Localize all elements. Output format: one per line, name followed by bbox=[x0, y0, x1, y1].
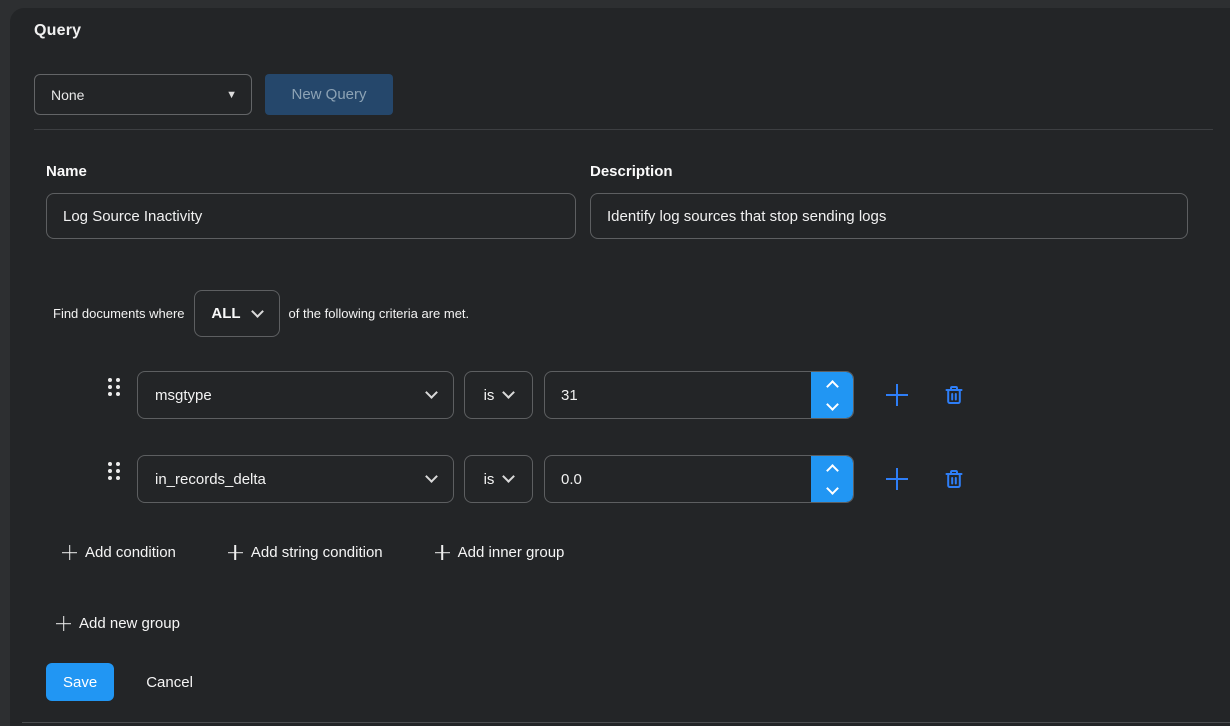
name-field-group: Name bbox=[46, 163, 576, 239]
chevron-down-icon bbox=[425, 470, 438, 483]
description-input[interactable] bbox=[590, 193, 1188, 239]
field-select-value: msgtype bbox=[155, 387, 212, 404]
chevron-down-icon bbox=[251, 305, 264, 318]
add-new-group-label: Add new group bbox=[79, 615, 180, 632]
name-label: Name bbox=[46, 163, 576, 180]
add-new-group-link[interactable]: Add new group bbox=[56, 615, 180, 632]
trash-icon bbox=[942, 383, 966, 407]
new-query-button[interactable]: New Query bbox=[265, 74, 393, 115]
chevron-down-icon bbox=[826, 398, 839, 411]
add-links-row: Add condition Add string condition Add i… bbox=[62, 544, 1230, 561]
field-select[interactable]: in_records_delta bbox=[137, 455, 454, 503]
plus-icon bbox=[56, 616, 71, 631]
spinner-down-button[interactable] bbox=[811, 479, 853, 502]
criteria-suffix: of the following criteria are met. bbox=[289, 306, 470, 321]
add-string-condition-link[interactable]: Add string condition bbox=[228, 544, 383, 561]
cancel-button[interactable]: Cancel bbox=[146, 674, 193, 691]
condition-row: in_records_delta is bbox=[108, 455, 1230, 503]
number-spinner bbox=[811, 456, 853, 502]
plus-icon bbox=[62, 545, 77, 560]
value-input-wrap bbox=[544, 455, 854, 503]
divider bbox=[34, 129, 1213, 130]
save-button[interactable]: Save bbox=[46, 663, 114, 701]
add-new-group-row: Add new group bbox=[56, 615, 1230, 632]
chevron-down-icon bbox=[503, 386, 516, 399]
add-condition-after-button[interactable] bbox=[884, 466, 910, 492]
drag-handle-icon[interactable] bbox=[108, 378, 120, 396]
delete-condition-button[interactable] bbox=[942, 467, 966, 491]
value-input[interactable] bbox=[545, 372, 853, 418]
query-selector-row: None ▼ New Query bbox=[34, 74, 1230, 115]
plus-icon bbox=[228, 545, 243, 560]
plus-icon bbox=[435, 545, 450, 560]
description-field-group: Description bbox=[590, 163, 1188, 239]
spinner-down-button[interactable] bbox=[811, 395, 853, 418]
value-input-wrap bbox=[544, 371, 854, 419]
add-inner-group-link[interactable]: Add inner group bbox=[435, 544, 565, 561]
value-input[interactable] bbox=[545, 456, 853, 502]
add-condition-label: Add condition bbox=[85, 544, 176, 561]
spinner-up-button[interactable] bbox=[811, 456, 853, 479]
chevron-down-icon bbox=[503, 470, 516, 483]
drag-handle-icon[interactable] bbox=[108, 462, 120, 480]
add-string-condition-label: Add string condition bbox=[251, 544, 383, 561]
saved-query-select-value: None bbox=[51, 87, 84, 103]
chevron-down-icon bbox=[425, 386, 438, 399]
add-condition-link[interactable]: Add condition bbox=[62, 544, 176, 561]
page-title: Query bbox=[34, 22, 1230, 40]
spinner-up-button[interactable] bbox=[811, 372, 853, 395]
condition-row: msgtype is bbox=[108, 371, 1230, 419]
criteria-prefix: Find documents where bbox=[53, 306, 185, 321]
field-select-value: in_records_delta bbox=[155, 471, 266, 488]
add-condition-after-button[interactable] bbox=[884, 382, 910, 408]
saved-query-select[interactable]: None ▼ bbox=[34, 74, 252, 115]
divider bbox=[22, 722, 1230, 723]
add-inner-group-label: Add inner group bbox=[458, 544, 565, 561]
match-type-value: ALL bbox=[211, 305, 240, 322]
field-select[interactable]: msgtype bbox=[137, 371, 454, 419]
delete-condition-button[interactable] bbox=[942, 383, 966, 407]
chevron-down-icon bbox=[826, 482, 839, 495]
name-input[interactable] bbox=[46, 193, 576, 239]
query-builder-panel: Query None ▼ New Query Name Description … bbox=[10, 8, 1230, 726]
operator-select[interactable]: is bbox=[464, 455, 533, 503]
trash-icon bbox=[942, 467, 966, 491]
chevron-up-icon bbox=[826, 380, 839, 393]
criteria-sentence: Find documents where ALL of the followin… bbox=[53, 290, 1230, 337]
dropdown-arrow-icon: ▼ bbox=[226, 89, 237, 101]
name-description-row: Name Description bbox=[46, 163, 1188, 239]
operator-select-value: is bbox=[484, 387, 495, 404]
operator-select-value: is bbox=[484, 471, 495, 488]
operator-select[interactable]: is bbox=[464, 371, 533, 419]
match-type-select[interactable]: ALL bbox=[194, 290, 280, 337]
chevron-up-icon bbox=[826, 464, 839, 477]
number-spinner bbox=[811, 372, 853, 418]
description-label: Description bbox=[590, 163, 1188, 180]
actions-row: Save Cancel bbox=[46, 663, 1230, 701]
